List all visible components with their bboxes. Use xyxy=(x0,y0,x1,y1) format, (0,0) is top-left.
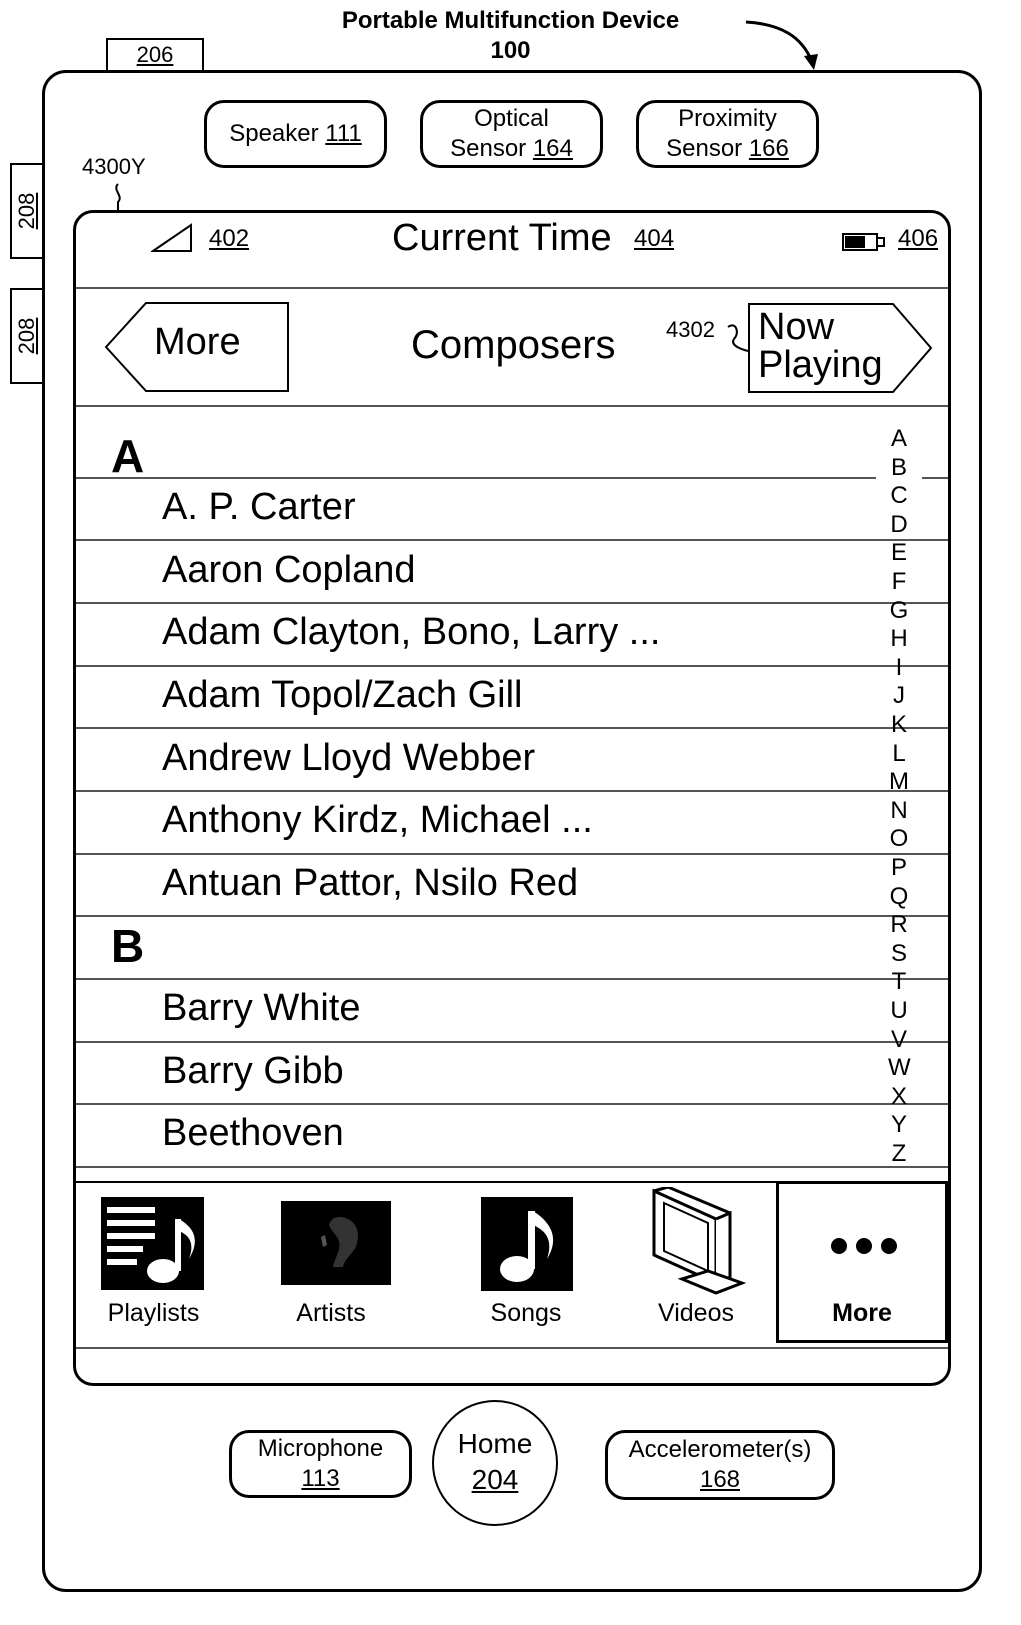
index-letter[interactable]: Y xyxy=(888,1111,910,1140)
tab-more-label: More xyxy=(832,1299,892,1327)
tab-playlists[interactable]: Playlists xyxy=(76,1181,231,1346)
microphone-pill: Microphone 113 xyxy=(229,1430,412,1498)
signal-ref: 402 xyxy=(209,225,250,252)
screen-ref-label: 4300Y xyxy=(82,154,146,179)
tab-videos[interactable]: Videos xyxy=(616,1181,776,1346)
index-letter[interactable]: A xyxy=(888,425,910,454)
artists-icon xyxy=(281,1201,391,1285)
current-time: Current Time xyxy=(392,217,612,259)
index-letter[interactable]: R xyxy=(888,911,910,940)
list-item[interactable]: Adam Topol/Zach Gill xyxy=(162,673,522,717)
more-dots-icon xyxy=(831,1238,897,1254)
index-letter[interactable]: M xyxy=(888,768,910,797)
list-item[interactable]: Antuan Pattor, Nsilo Red xyxy=(162,861,578,905)
section-header-a: A xyxy=(111,430,145,482)
optical-sensor-pill: Optical Sensor 164 xyxy=(420,100,603,168)
list-item[interactable]: Barry Gibb xyxy=(162,1049,344,1093)
index-letter[interactable]: W xyxy=(888,1054,911,1083)
list-item[interactable]: Barry White xyxy=(162,986,360,1030)
device-screen: 402 Current Time 404 406 More Composers … xyxy=(73,210,951,1386)
index-letter[interactable]: J xyxy=(888,682,910,711)
home-button[interactable]: Home 204 xyxy=(432,1400,558,1526)
list-item[interactable]: Aaron Copland xyxy=(162,548,416,592)
speaker-pill: Speaker 111 xyxy=(204,100,387,168)
list-item[interactable]: A. P. Carter xyxy=(162,485,356,529)
list-item[interactable]: Anthony Kirdz, Michael ... xyxy=(162,798,593,842)
index-letter[interactable]: B xyxy=(888,454,910,483)
squiggle-leader-icon xyxy=(115,183,121,210)
accelerometer-pill: Accelerometer(s) 168 xyxy=(605,1430,835,1500)
index-letter[interactable]: O xyxy=(888,825,910,854)
signal-icon xyxy=(151,223,192,252)
index-letter[interactable]: C xyxy=(888,482,910,511)
index-letter[interactable]: T xyxy=(888,968,910,997)
index-letter[interactable]: P xyxy=(888,854,910,883)
tab-videos-label: Videos xyxy=(658,1299,734,1327)
side-button-208-b[interactable]: 208 xyxy=(10,288,42,384)
section-header-b: B xyxy=(111,920,145,972)
list-item[interactable]: Beethoven xyxy=(162,1111,344,1155)
index-letter[interactable]: G xyxy=(888,597,910,626)
tab-songs-label: Songs xyxy=(490,1299,562,1327)
index-letter[interactable]: E xyxy=(888,539,910,568)
videos-icon xyxy=(652,1187,746,1295)
index-letter[interactable]: N xyxy=(888,797,910,826)
now-playing-ref: 4302 xyxy=(666,317,715,342)
list-item[interactable]: Adam Clayton, Bono, Larry ... xyxy=(162,610,660,654)
index-letter[interactable]: Q xyxy=(888,883,910,912)
battery-ref: 406 xyxy=(898,225,939,252)
tab-bar: Playlists Artists Songs Videos More xyxy=(76,1181,948,1346)
index-letter[interactable]: D xyxy=(888,511,910,540)
ref-206-tab: 206 xyxy=(106,38,204,72)
index-letter[interactable]: L xyxy=(888,740,910,769)
back-button-label: More xyxy=(154,321,241,363)
tab-artists-label: Artists xyxy=(296,1299,366,1327)
nav-title: Composers xyxy=(411,323,616,367)
pointer-arrow-icon xyxy=(745,20,818,70)
index-letter[interactable]: S xyxy=(888,940,910,969)
tab-songs[interactable]: Songs xyxy=(446,1181,606,1346)
now-playing-button[interactable]: Now Playing xyxy=(748,303,933,393)
now-playing-label-2: Playing xyxy=(758,344,883,386)
tab-playlists-label: Playlists xyxy=(107,1299,200,1327)
figure-title: Portable Multifunction Device xyxy=(341,7,680,34)
index-letter[interactable]: U xyxy=(888,997,910,1026)
index-letter[interactable]: V xyxy=(888,1026,910,1055)
songs-icon xyxy=(481,1197,573,1291)
index-letter[interactable]: Z xyxy=(888,1140,910,1169)
index-letter[interactable]: F xyxy=(888,568,910,597)
list-item[interactable]: Andrew Lloyd Webber xyxy=(162,736,535,780)
proximity-sensor-pill: Proximity Sensor 166 xyxy=(636,100,819,168)
battery-icon xyxy=(842,233,885,251)
index-letter[interactable]: I xyxy=(888,654,910,683)
tab-more[interactable]: More xyxy=(776,1181,948,1343)
index-letter[interactable]: X xyxy=(888,1083,910,1112)
index-letter[interactable]: K xyxy=(888,711,910,740)
index-letter[interactable]: H xyxy=(888,625,910,654)
playlists-icon xyxy=(101,1197,204,1290)
back-button-more[interactable]: More xyxy=(104,301,290,393)
time-ref: 404 xyxy=(634,225,675,252)
side-button-208-a[interactable]: 208 xyxy=(10,163,42,259)
now-playing-label-1: Now xyxy=(758,306,835,348)
tab-artists[interactable]: Artists xyxy=(246,1181,416,1346)
